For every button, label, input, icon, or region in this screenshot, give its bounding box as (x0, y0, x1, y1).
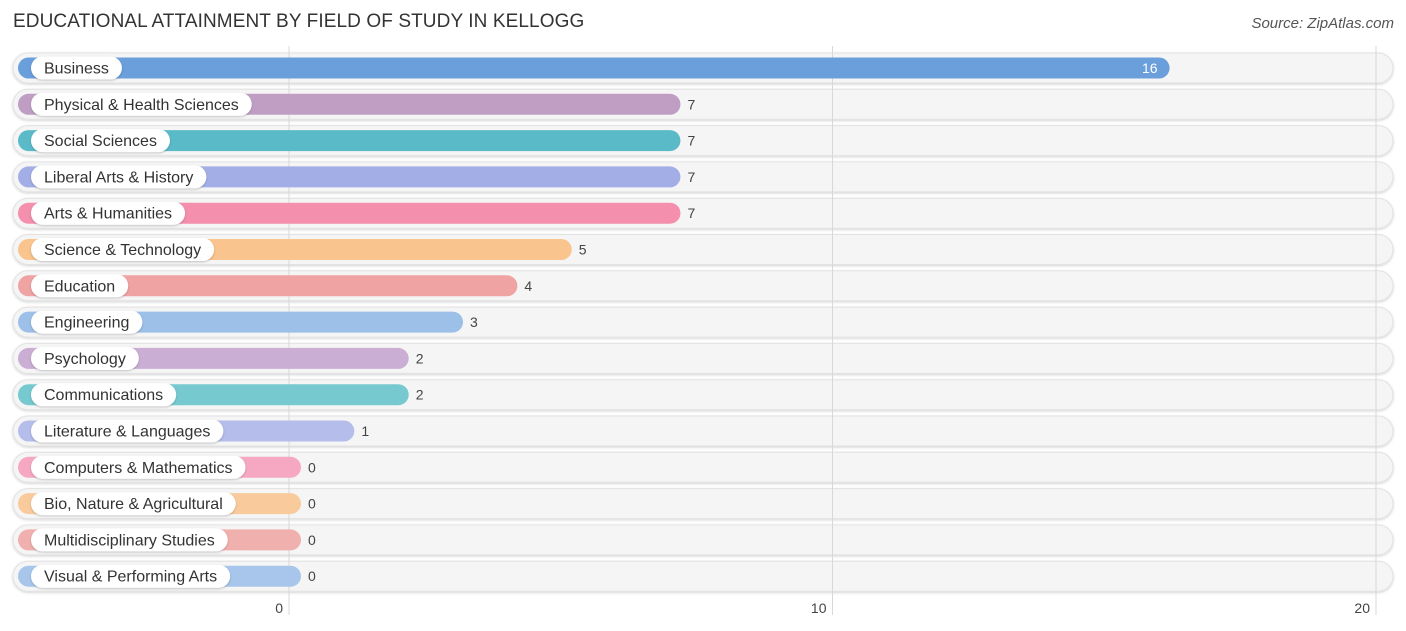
bar-row: Arts & Humanities 7 (18, 201, 695, 225)
bar-row: Education 4 (18, 274, 532, 298)
category-label: Social Sciences (44, 133, 157, 150)
category-label: Visual & Performing Arts (44, 569, 217, 586)
bar-row: Communications 2 (18, 383, 424, 407)
value-label: 7 (687, 205, 695, 221)
category-label: Bio, Nature & Agricultural (44, 496, 223, 513)
value-label: 7 (687, 96, 695, 112)
value-label: 2 (416, 350, 424, 366)
category-label: Multidisciplinary Studies (44, 532, 215, 549)
category-label: Liberal Arts & History (44, 169, 193, 186)
value-label: 0 (308, 568, 316, 584)
value-label: 1 (361, 423, 369, 439)
category-label: Psychology (44, 351, 126, 368)
bar-row: Psychology 2 (18, 346, 424, 370)
value-label: 0 (308, 496, 316, 512)
category-label: Literature & Languages (44, 424, 210, 441)
bar-row: Engineering 3 (18, 310, 478, 334)
value-label: 7 (687, 133, 695, 149)
category-label: Communications (44, 387, 163, 404)
category-label: Education (44, 278, 115, 295)
bar-row: Literature & Languages 1 (18, 419, 369, 443)
bar-row: Bio, Nature & Agricultural 0 (18, 492, 316, 516)
bar (18, 57, 1170, 79)
value-label: 5 (579, 242, 587, 258)
category-label: Physical & Health Sciences (44, 97, 239, 114)
bar-row: Multidisciplinary Studies 0 (18, 528, 316, 552)
category-label: Computers & Mathematics (44, 460, 233, 477)
bar-row: Computers & Mathematics 0 (18, 455, 316, 479)
value-label: 4 (524, 278, 532, 294)
value-label: 0 (308, 532, 316, 548)
x-tick-label: 10 (811, 600, 827, 616)
value-label: 7 (687, 169, 695, 185)
bar-row: Social Sciences 7 (18, 129, 695, 153)
category-label: Arts & Humanities (44, 206, 172, 223)
bar-row: Business 16 (18, 56, 1170, 80)
bar-row: Science & Technology 5 (18, 238, 587, 261)
bar-row: Visual & Performing Arts 0 (18, 564, 316, 588)
value-label: 16 (1142, 60, 1158, 76)
value-label: 3 (470, 314, 478, 330)
category-label: Engineering (44, 315, 129, 332)
x-tick-label: 20 (1354, 600, 1370, 616)
bar-row: Liberal Arts & History 7 (18, 165, 695, 189)
bar-chart: Business 16Physical & Health Sciences 7Soc… (12, 46, 1394, 616)
value-label: 2 (416, 387, 424, 403)
category-label: Business (44, 61, 109, 78)
bar-row: Physical & Health Sciences 7 (18, 92, 695, 116)
x-tick-label: 0 (275, 600, 283, 616)
value-label: 0 (308, 459, 316, 475)
category-label: Science & Technology (44, 242, 201, 259)
